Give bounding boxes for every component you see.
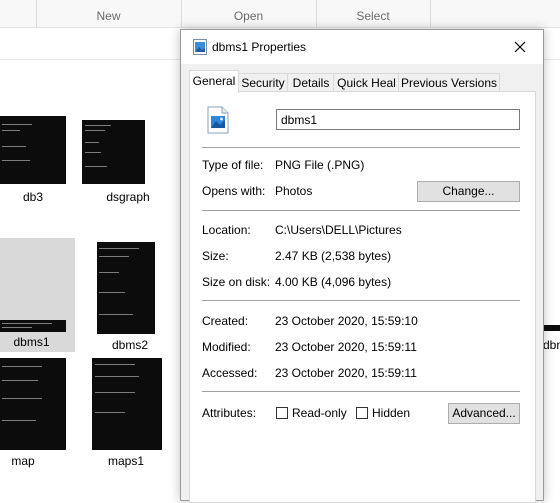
general-tab-panel: Type of file: PNG File (.PNG) Opens with… <box>189 91 536 503</box>
type-of-file-label: Type of file: <box>202 158 264 172</box>
file-item-dsgraph[interactable]: dsgraph <box>80 110 176 205</box>
close-icon <box>514 41 526 53</box>
type-of-file-value: PNG File (.PNG) <box>275 158 365 172</box>
close-button[interactable] <box>497 30 543 64</box>
png-file-icon <box>207 106 229 134</box>
tab-details[interactable]: Details <box>287 73 335 92</box>
divider <box>202 391 520 392</box>
ribbon-group-label-select: Select <box>356 9 390 23</box>
read-only-checkbox[interactable] <box>276 407 288 419</box>
size-on-disk-value: 4.00 KB (4,096 bytes) <box>275 275 392 289</box>
file-item-dbms2[interactable]: dbms2 <box>90 240 170 352</box>
dialog-title: dbms1 Properties <box>212 40 307 54</box>
explorer-ribbon: New Open Select <box>0 0 560 28</box>
file-thumbnail <box>92 358 162 450</box>
file-name: dsgraph <box>106 190 150 204</box>
size-label: Size: <box>202 249 229 263</box>
location-label: Location: <box>202 223 251 237</box>
file-thumbnail <box>82 120 145 184</box>
tab-previous-versions[interactable]: Previous Versions <box>398 73 500 92</box>
file-name: dbms2 <box>111 338 149 352</box>
file-thumbnail <box>97 242 155 334</box>
file-name: db3 <box>22 190 44 204</box>
tab-quick-heal[interactable]: Quick Heal <box>333 73 400 92</box>
divider <box>202 147 520 148</box>
file-name: maps1 <box>107 454 145 468</box>
ribbon-group-clipboard <box>0 0 37 27</box>
size-on-disk-label: Size on disk: <box>202 275 271 289</box>
tab-security[interactable]: Security <box>237 73 289 92</box>
hidden-label[interactable]: Hidden <box>372 406 410 420</box>
divider <box>202 210 520 211</box>
file-item-map[interactable]: map <box>0 356 66 468</box>
file-item-maps1[interactable]: maps1 <box>88 356 172 468</box>
read-only-label[interactable]: Read-only <box>292 406 347 420</box>
ribbon-group-label-open: Open <box>233 9 264 23</box>
file-thumbnail <box>0 320 66 332</box>
tab-general[interactable]: General <box>189 70 239 93</box>
size-value: 2.47 KB (2,538 bytes) <box>275 249 392 263</box>
created-label: Created: <box>202 314 249 328</box>
file-thumbnail <box>0 358 66 450</box>
dialog-titlebar[interactable]: dbms1 Properties <box>181 30 543 64</box>
ribbon-group-label-new: New <box>96 9 121 23</box>
file-thumbnail <box>543 325 560 331</box>
accessed-value: 23 October 2020, 15:59:11 <box>275 366 417 380</box>
created-value: 23 October 2020, 15:59:10 <box>275 314 418 328</box>
attributes-label: Attributes: <box>202 406 257 420</box>
accessed-label: Accessed: <box>202 366 258 380</box>
advanced-button[interactable]: Advanced... <box>448 403 520 424</box>
image-file-icon <box>193 39 207 55</box>
file-name: map <box>11 454 35 468</box>
file-name: dbms1 <box>13 335 50 349</box>
ribbon-group-select[interactable]: Select <box>316 0 431 27</box>
file-item-dbm[interactable]: dbm <box>543 322 560 362</box>
opens-with-value: Photos <box>275 184 313 198</box>
modified-label: Modified: <box>202 340 251 354</box>
divider <box>202 300 520 301</box>
modified-value: 23 October 2020, 15:59:11 <box>275 340 417 354</box>
photos-app-icon <box>260 182 261 183</box>
file-item-dbms1[interactable]: dbms1 <box>0 238 75 352</box>
ribbon-group-open[interactable]: Open <box>181 0 317 27</box>
ribbon-group-new[interactable]: New <box>36 0 182 27</box>
properties-dialog: dbms1 Properties General Security Detail… <box>180 29 544 503</box>
opens-with-label: Opens with: <box>202 184 266 198</box>
file-thumbnail <box>0 116 66 184</box>
location-value: C:\Users\DELL\Pictures <box>275 223 402 237</box>
file-name-field[interactable] <box>276 109 520 130</box>
file-item-db3[interactable]: db3 <box>0 110 66 205</box>
file-name: dbm <box>543 338 560 352</box>
hidden-checkbox[interactable] <box>356 407 368 419</box>
change-button[interactable]: Change... <box>417 181 520 202</box>
